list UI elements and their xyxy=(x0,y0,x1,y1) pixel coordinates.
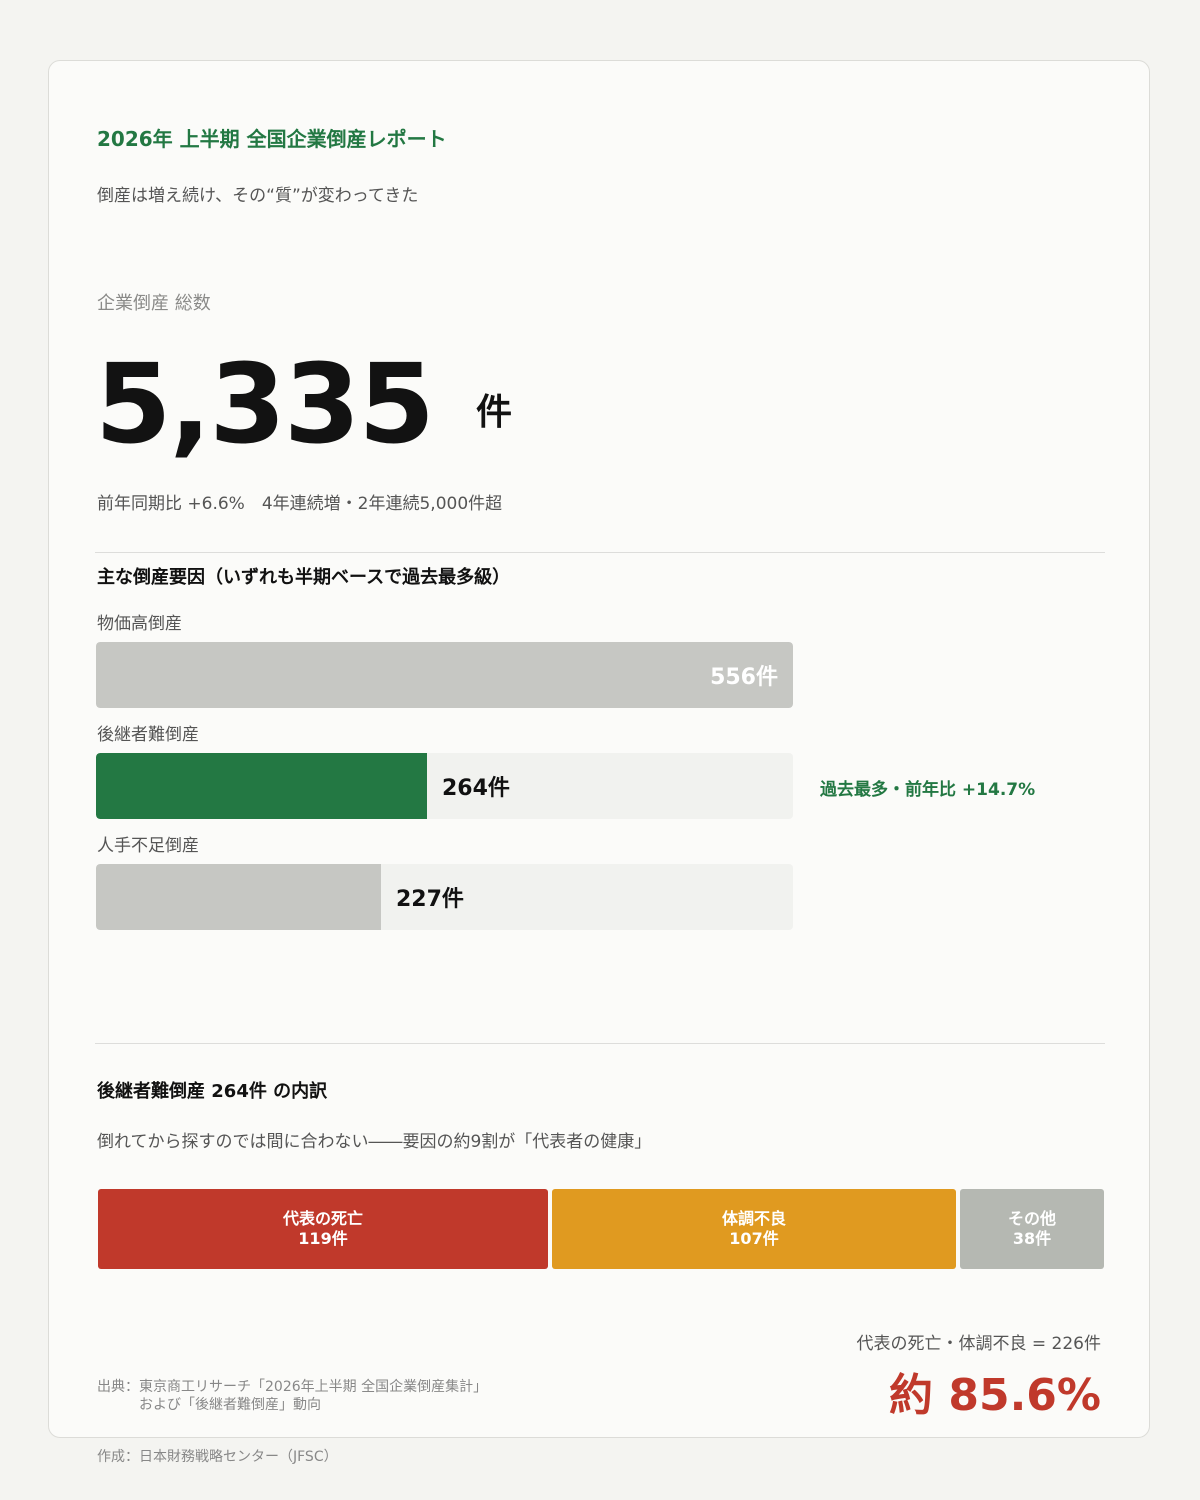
total-label: 企業倒産 総数 xyxy=(97,293,211,314)
bar-track: 264件 xyxy=(96,753,793,819)
causes-heading: 主な倒産要因（いずれも半期ベースで過去最多級） xyxy=(97,567,511,588)
segment-value: 38件 xyxy=(1012,1229,1052,1248)
succession-note: 過去最多・前年比 +14.7% xyxy=(820,780,1036,800)
bar-label: 後継者難倒産 xyxy=(97,725,199,745)
bar-label: 物価高倒産 xyxy=(97,614,182,634)
stacked-segment: その他 38件 xyxy=(960,1189,1104,1269)
segment-label: その他 xyxy=(1007,1209,1056,1228)
bar-track: 227件 xyxy=(96,864,793,930)
total-unit: 件 xyxy=(476,392,513,433)
bar xyxy=(96,642,793,708)
bar-value-label: 556件 xyxy=(710,665,778,690)
report-subtitle: 倒産は増え続け、その“質”が変わってきた xyxy=(97,186,419,206)
author-credit: 作成：日本財務戦略センター（JFSC） xyxy=(97,1449,338,1465)
breakdown-description: 倒れてから探すのでは間に合わない――要因の約9割が「代表者の健康」 xyxy=(97,1132,652,1152)
bar-value-label: 227件 xyxy=(396,887,464,912)
bar xyxy=(96,864,381,930)
segment-value: 119件 xyxy=(298,1229,348,1248)
bar-track: 556件 xyxy=(96,642,793,708)
stacked-segment: 代表の死亡 119件 xyxy=(98,1189,548,1269)
segment-value: 107件 xyxy=(729,1229,779,1248)
report-card: 2026年 上半期 全国企業倒産レポート 倒産は増え続け、その“質”が変わってき… xyxy=(48,60,1150,1438)
segment-label: 代表の死亡 xyxy=(282,1209,363,1228)
source-line-2: および「後継者難倒産」動向 xyxy=(97,1396,321,1413)
bar xyxy=(96,753,427,819)
summary-value: 約 85.6% xyxy=(889,1370,1101,1421)
summary-label: 代表の死亡・体調不良 = 226件 xyxy=(856,1334,1102,1354)
divider xyxy=(95,552,1105,553)
breakdown-heading: 後継者難倒産 264件 の内訳 xyxy=(97,1081,328,1102)
source-line-1: 出典：東京商工リサーチ「2026年上半期 全国企業倒産集計」 xyxy=(97,1379,488,1395)
total-note: 前年同期比 +6.6% 4年連続増・2年連続5,000件超 xyxy=(97,494,503,514)
bar-value-label: 264件 xyxy=(442,776,510,801)
stacked-segment: 体調不良 107件 xyxy=(552,1189,956,1269)
divider xyxy=(95,1043,1105,1044)
report-title: 2026年 上半期 全国企業倒産レポート xyxy=(97,127,447,151)
breakdown-stacked-bar: 代表の死亡 119件 体調不良 107件 その他 38件 xyxy=(98,1189,1104,1269)
bar-label: 人手不足倒産 xyxy=(97,836,199,856)
source-note: 出典：東京商工リサーチ「2026年上半期 全国企業倒産集計」 および「後継者難倒… xyxy=(97,1379,487,1414)
total-value: 5,335 xyxy=(95,340,435,468)
segment-label: 体調不良 xyxy=(721,1209,786,1228)
